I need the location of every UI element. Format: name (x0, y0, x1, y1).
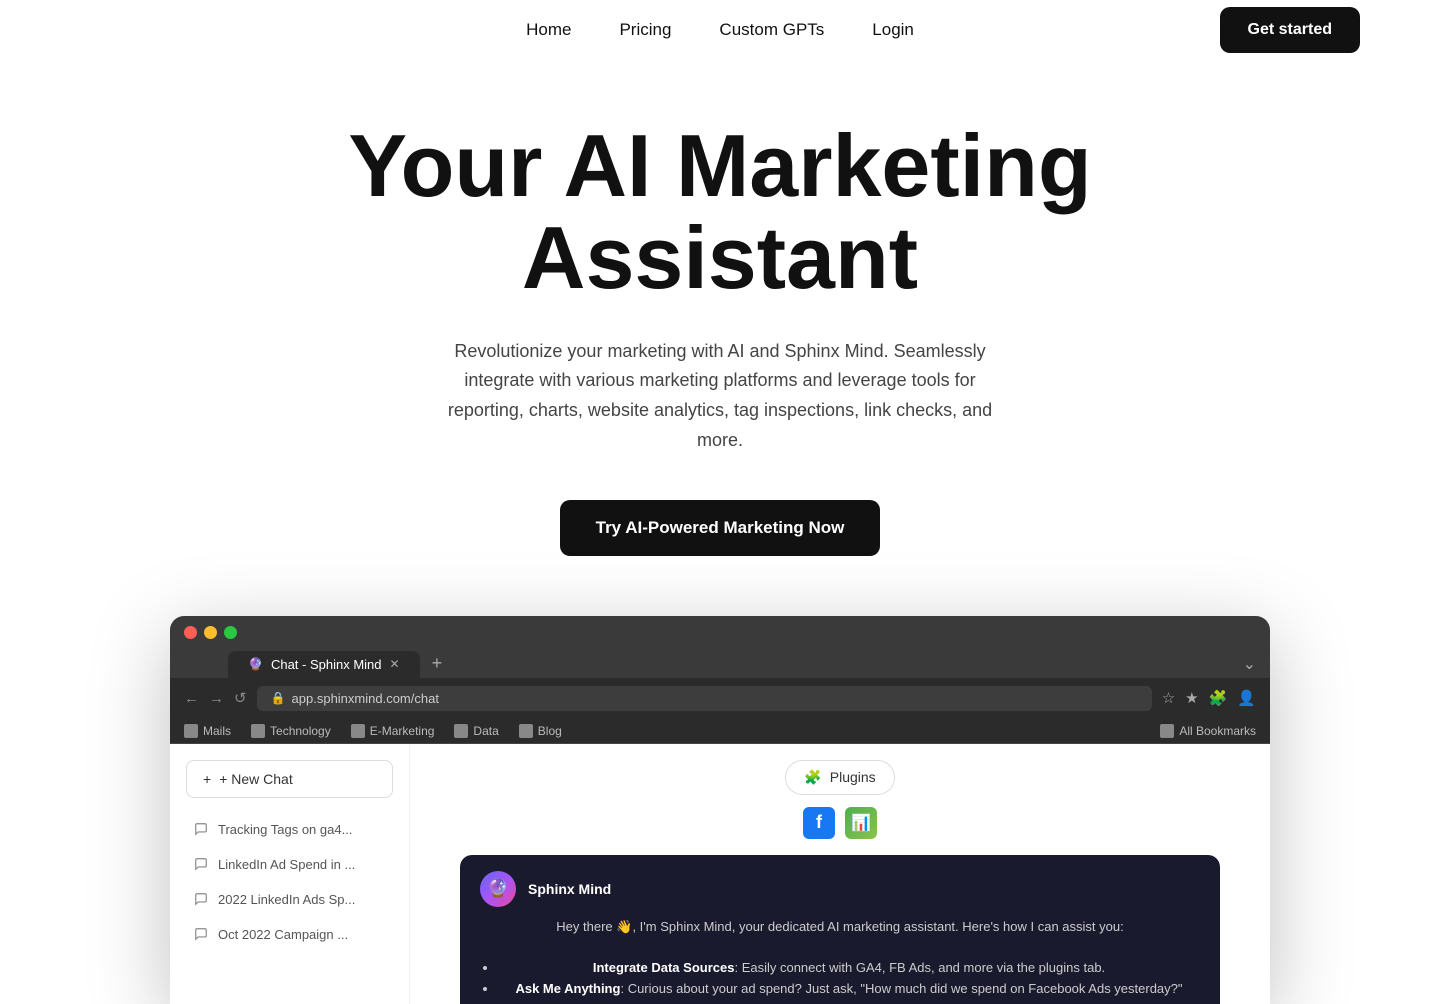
navbar: Home Pricing Custom GPTs Login Get start… (0, 0, 1440, 60)
get-started-button[interactable]: Get started (1220, 7, 1360, 53)
browser-expand-icon[interactable]: ⌄ (1243, 654, 1256, 678)
chat-icon (194, 822, 208, 836)
chat-icon (194, 857, 208, 871)
chat-bubble: 🔮 Sphinx Mind Hey there 👋, I'm Sphinx Mi… (460, 855, 1220, 1004)
plugins-button[interactable]: 🧩 Plugins (785, 760, 894, 795)
chat-item-2: Ask Me Anything: Curious about your ad s… (498, 979, 1200, 1000)
hero-cta-button[interactable]: Try AI-Powered Marketing Now (560, 500, 881, 556)
refresh-button[interactable]: ↺ (234, 689, 247, 707)
nav-home[interactable]: Home (526, 20, 571, 40)
nav-login[interactable]: Login (872, 20, 914, 40)
nav-links: Home Pricing Custom GPTs Login (526, 20, 914, 40)
address-input[interactable]: 🔒 app.sphinxmind.com/chat (257, 686, 1152, 711)
nav-cta-area: Get started (1220, 7, 1360, 53)
chat-message: Hey there 👋, I'm Sphinx Mind, your dedic… (480, 917, 1200, 1000)
sphinx-avatar: 🔮 (480, 871, 516, 907)
tab-close-icon[interactable]: ✕ (390, 657, 400, 671)
plus-icon: + (203, 771, 211, 787)
bookmark-technology[interactable]: Technology (251, 724, 331, 738)
browser-chrome: 🔮 Chat - Sphinx Mind ✕ + ⌄ (170, 616, 1270, 678)
social-icons-row: f 📊 (803, 807, 877, 839)
browser-tab-active[interactable]: 🔮 Chat - Sphinx Mind ✕ (228, 651, 420, 678)
bookmark-blog[interactable]: Blog (519, 724, 562, 738)
dot-green (224, 626, 237, 639)
bookmark-emarketing[interactable]: E-Marketing (351, 724, 435, 738)
chat-icon (194, 927, 208, 941)
app-sidebar: + + New Chat Tracking Tags on ga4... Lin… (170, 744, 410, 1004)
bookmark-all[interactable]: All Bookmarks (1160, 724, 1256, 738)
history-item-3[interactable]: 2022 LinkedIn Ads Sp... (186, 884, 393, 915)
bookmark-data[interactable]: Data (454, 724, 498, 738)
chat-item-1: Integrate Data Sources: Easily connect w… (498, 958, 1200, 979)
nav-pricing[interactable]: Pricing (619, 20, 671, 40)
nav-custom-gpts[interactable]: Custom GPTs (719, 20, 824, 40)
puzzle-icon: 🧩 (804, 769, 821, 786)
dot-red (184, 626, 197, 639)
app-main-area: 🧩 Plugins f 📊 🔮 Sphinx Mind Hey there 👋,… (410, 744, 1270, 1004)
app-content: + + New Chat Tracking Tags on ga4... Lin… (170, 744, 1270, 1004)
history-item-4[interactable]: Oct 2022 Campaign ... (186, 919, 393, 950)
forward-button[interactable]: → (209, 690, 224, 707)
browser-dots (184, 626, 1256, 639)
chat-bubble-header: 🔮 Sphinx Mind (480, 871, 1200, 907)
browser-profile-icon[interactable]: 👤 (1237, 689, 1256, 707)
bookmark-mails[interactable]: Mails (184, 724, 231, 738)
dot-yellow (204, 626, 217, 639)
browser-star-icon[interactable]: ☆ (1162, 689, 1175, 707)
chart-icon: 📊 (845, 807, 877, 839)
browser-address-bar: ← → ↺ 🔒 app.sphinxmind.com/chat ☆ ★ 🧩 👤 (170, 678, 1270, 719)
hero-section: Your AI Marketing Assistant Revolutioniz… (0, 60, 1440, 1004)
browser-mockup: 🔮 Chat - Sphinx Mind ✕ + ⌄ ← → ↺ 🔒 app.s… (170, 616, 1270, 1004)
bookmarks-bar: Mails Technology E-Marketing Data Blog A… (170, 719, 1270, 744)
chat-icon (194, 892, 208, 906)
facebook-icon: f (803, 807, 835, 839)
browser-bookmark-icon[interactable]: ★ (1185, 689, 1198, 707)
hero-subtitle: Revolutionize your marketing with AI and… (440, 337, 1000, 456)
browser-extension-icon[interactable]: 🧩 (1209, 689, 1228, 707)
history-item-2[interactable]: LinkedIn Ad Spend in ... (186, 849, 393, 880)
bot-name: Sphinx Mind (528, 881, 611, 897)
hero-title: Your AI Marketing Assistant (348, 120, 1091, 305)
back-button[interactable]: ← (184, 690, 199, 707)
new-chat-button[interactable]: + + New Chat (186, 760, 393, 798)
history-item-1[interactable]: Tracking Tags on ga4... (186, 814, 393, 845)
new-tab-button[interactable]: + (424, 649, 451, 678)
